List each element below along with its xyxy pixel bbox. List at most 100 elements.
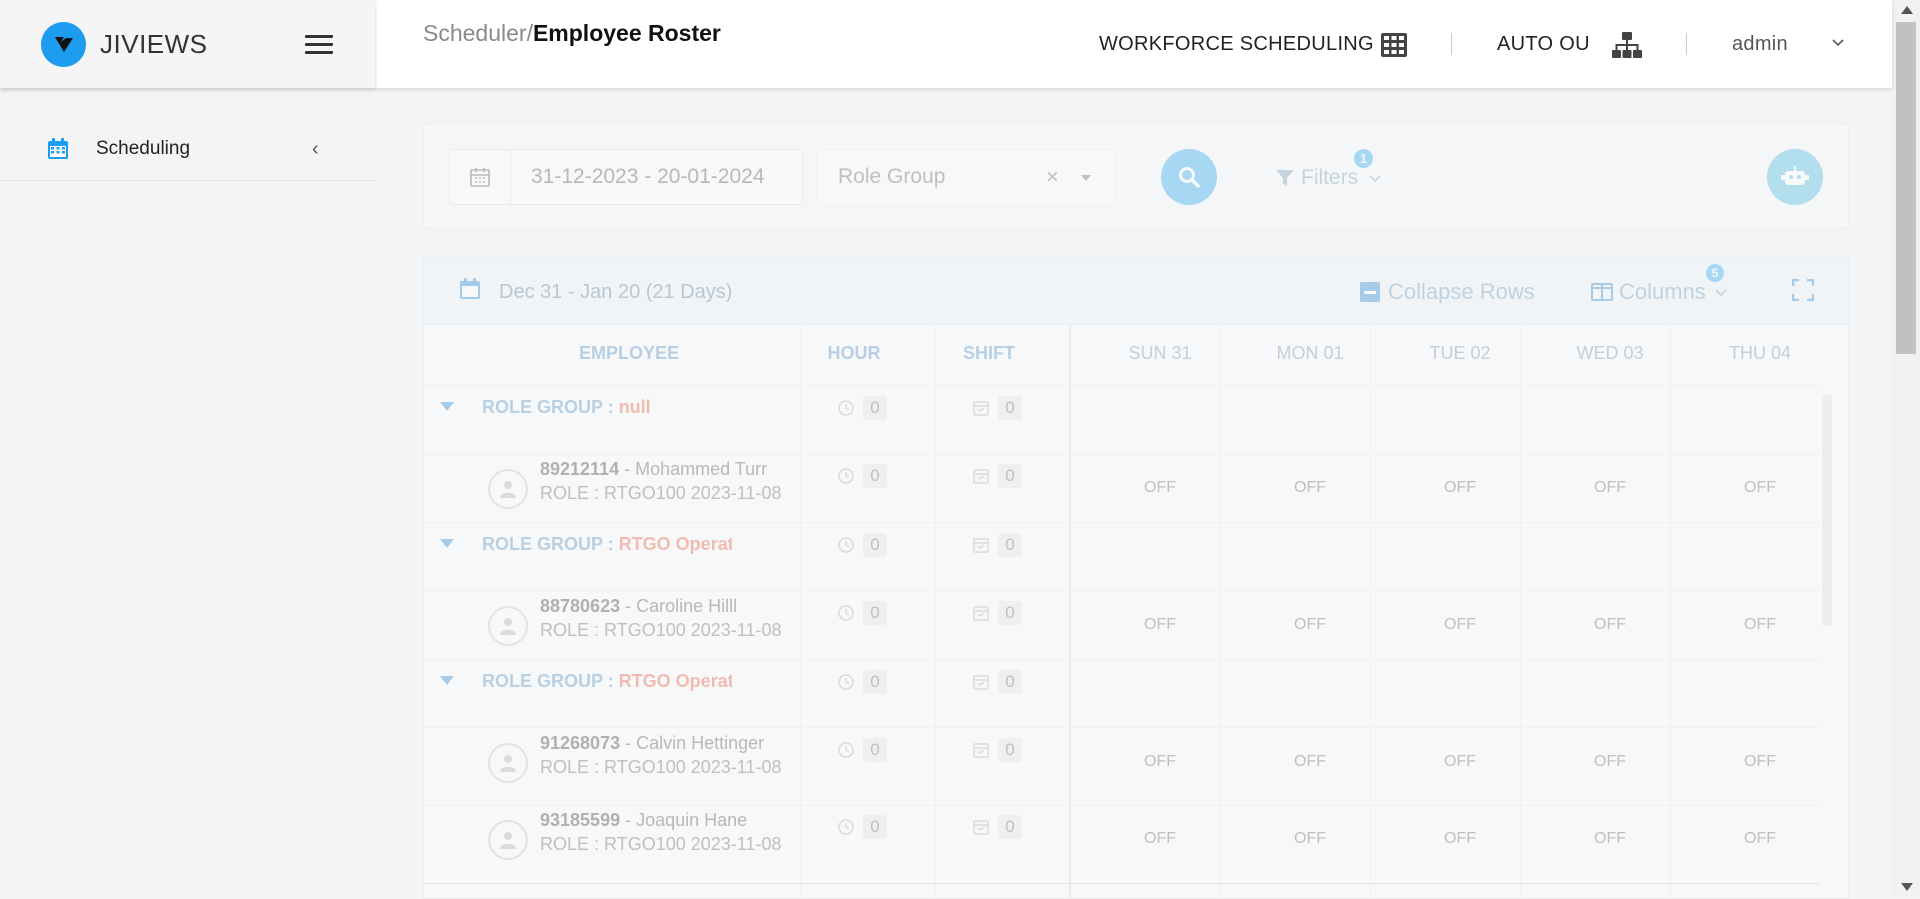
- shift-cell[interactable]: OFF: [1535, 479, 1685, 497]
- sidebar-item-scheduling[interactable]: Scheduling ‹: [0, 118, 375, 181]
- grid-line: [935, 324, 936, 898]
- role-group-label: ROLE GROUP : null: [482, 397, 651, 417]
- grid-line: [424, 659, 1820, 660]
- shift-cell[interactable]: OFF: [1385, 479, 1535, 497]
- user-menu[interactable]: admin: [1732, 33, 1788, 56]
- shift-cell[interactable]: OFF: [1535, 753, 1685, 771]
- scroll-down-arrow-icon[interactable]: [1901, 883, 1913, 891]
- expand-triangle-icon[interactable]: [440, 676, 454, 685]
- shift-cell[interactable]: OFF: [1385, 616, 1535, 634]
- role-group-label: ROLE GROUP : RTGO Operator 2023-: [482, 534, 732, 554]
- shift-value: 0: [998, 815, 1022, 839]
- shift-cell[interactable]: OFF: [1235, 830, 1385, 848]
- scroll-up-arrow-icon[interactable]: [1901, 6, 1913, 14]
- fullscreen-icon[interactable]: [1792, 279, 1814, 301]
- breadcrumb-root[interactable]: Scheduler: [423, 20, 527, 46]
- search-button[interactable]: [1161, 149, 1217, 205]
- shift-cell[interactable]: OFF: [1385, 753, 1535, 771]
- column-header-day[interactable]: TUE 02: [1385, 343, 1535, 364]
- org-unit-label[interactable]: AUTO OU: [1497, 33, 1590, 56]
- clear-icon[interactable]: ×: [1046, 164, 1059, 190]
- shift-cell[interactable]: OFF: [1085, 830, 1235, 848]
- column-header-day[interactable]: WED 03: [1535, 343, 1685, 364]
- column-header-day[interactable]: THU 04: [1685, 343, 1835, 364]
- scroll-thumb[interactable]: [1896, 22, 1916, 354]
- collapse-rows-button[interactable]: Collapse Rows: [1360, 279, 1535, 305]
- grid-line: [424, 883, 1820, 884]
- filter-panel: 31-12-2023 - 20-01-2024 Role Group × Fil…: [423, 123, 1849, 229]
- date-range-picker[interactable]: 31-12-2023 - 20-01-2024: [449, 149, 803, 205]
- role-group-label: ROLE GROUP : RTGO Operator 2023-: [482, 671, 732, 691]
- expand-triangle-icon[interactable]: [440, 402, 454, 411]
- grid-line: [424, 522, 1820, 523]
- collapse-rows-label: Collapse Rows: [1388, 279, 1535, 304]
- shift-cell[interactable]: OFF: [1685, 479, 1835, 497]
- column-header-day[interactable]: SUN 31: [1085, 343, 1235, 364]
- module-label[interactable]: WORKFORCE SCHEDULING: [1099, 33, 1374, 56]
- shift-value: 0: [998, 738, 1022, 762]
- minus-square-icon: [1360, 282, 1380, 302]
- roster-toolbar: Dec 31 - Jan 20 (21 Days) Collapse Rows …: [424, 257, 1848, 325]
- column-header-day[interactable]: MON 01: [1235, 343, 1385, 364]
- chevron-down-icon[interactable]: [1830, 35, 1846, 51]
- hour-metric: 0: [837, 601, 887, 625]
- shift-cell[interactable]: OFF: [1235, 753, 1385, 771]
- role-group-select[interactable]: Role Group ×: [817, 149, 1115, 205]
- clock-icon: [838, 400, 854, 416]
- chevron-down-icon: [1715, 289, 1727, 297]
- shift-value: 0: [998, 533, 1022, 557]
- shift-metric: 0: [972, 396, 1022, 420]
- table-scrollbar[interactable]: [1822, 394, 1832, 626]
- dropdown-arrow-icon[interactable]: [1081, 175, 1091, 181]
- robot-button[interactable]: [1767, 149, 1823, 205]
- expand-triangle-icon[interactable]: [440, 539, 454, 548]
- org-chart-icon[interactable]: [1611, 31, 1643, 59]
- shift-cell[interactable]: OFF: [1685, 616, 1835, 634]
- employee-name: 89212114 - Mohammed Turr: [540, 459, 768, 479]
- grid-icon[interactable]: [1380, 32, 1408, 58]
- shift-cell[interactable]: OFF: [1385, 830, 1535, 848]
- page-title: Employee Roster: [532, 20, 721, 46]
- employee-name: 88780623 - Caroline Hilll: [540, 596, 738, 616]
- chevron-left-icon[interactable]: ‹: [312, 138, 319, 161]
- shift-cell[interactable]: OFF: [1535, 616, 1685, 634]
- calendar-check-icon: [973, 743, 989, 758]
- shift-cell[interactable]: OFF: [1235, 616, 1385, 634]
- avatar: [488, 820, 528, 860]
- grid-line: [1370, 324, 1371, 898]
- column-header-employee[interactable]: EMPLOYEE: [514, 343, 744, 364]
- page-scrollbar[interactable]: [1892, 0, 1920, 897]
- shift-cell[interactable]: OFF: [1085, 616, 1235, 634]
- clock-icon: [838, 468, 854, 484]
- calendar-check-icon: [973, 675, 989, 690]
- breadcrumb: Scheduler/Employee Roster: [423, 20, 721, 47]
- avatar: [488, 743, 528, 783]
- app-logo-icon[interactable]: [41, 21, 86, 67]
- shift-cell[interactable]: OFF: [1085, 753, 1235, 771]
- shift-cell[interactable]: OFF: [1085, 479, 1235, 497]
- shift-cell[interactable]: OFF: [1535, 830, 1685, 848]
- filters-button[interactable]: Filters: [1275, 166, 1382, 190]
- date-range-summary: Dec 31 - Jan 20 (21 Days): [499, 281, 733, 303]
- grid-line: [1220, 324, 1221, 898]
- grid-line: [800, 324, 801, 898]
- user-icon: [500, 481, 516, 498]
- columns-button[interactable]: Columns: [1591, 279, 1728, 305]
- employee-name: 93185599 - Joaquin Hane: [540, 810, 748, 830]
- grid-line: [424, 454, 1820, 455]
- columns-icon: [1591, 283, 1613, 301]
- filters-label: Filters: [1301, 166, 1359, 189]
- hour-value: 0: [863, 396, 887, 420]
- shift-cell[interactable]: OFF: [1685, 830, 1835, 848]
- calendar-check-icon: [973, 538, 989, 553]
- calendar-icon: [450, 150, 511, 204]
- column-header-shift[interactable]: SHIFT: [939, 343, 1039, 364]
- shift-cell[interactable]: OFF: [1685, 753, 1835, 771]
- top-bar: Scheduler/Employee Roster WORKFORCE SCHE…: [375, 0, 1892, 88]
- column-header-hour[interactable]: HOUR: [804, 343, 904, 364]
- sidebar-item-label: Scheduling: [96, 138, 191, 159]
- shift-cell[interactable]: OFF: [1235, 479, 1385, 497]
- calendar-check-icon: [973, 469, 989, 484]
- menu-toggle-icon[interactable]: [305, 35, 333, 55]
- grid-line: [1069, 324, 1071, 898]
